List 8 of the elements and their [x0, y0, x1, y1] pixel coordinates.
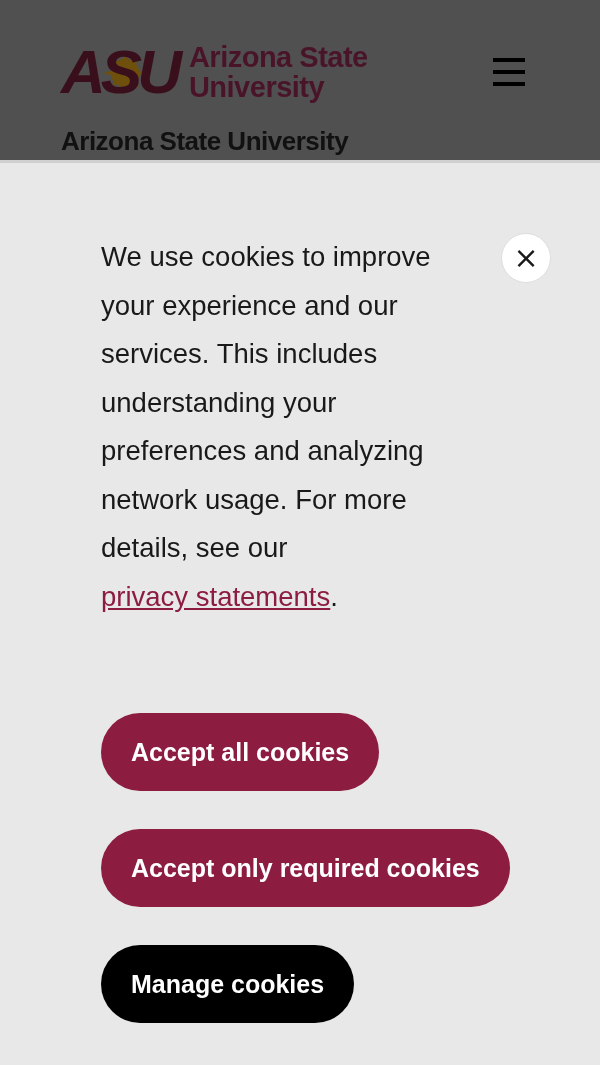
manage-button[interactable]: Manage cookies [101, 945, 355, 1023]
accept-button[interactable]: Accept only required cookies [101, 829, 510, 907]
accept-button[interactable]: Accept all cookies [101, 713, 380, 791]
cookie-message: We use cookies to improve your experience and our services. This includes understanding your preferences and analyzing network usage. For more details, see our privacy statements. [101, 240, 432, 614]
close-button[interactable]: × [501, 233, 551, 283]
page-title: Arizona State University [61, 126, 350, 156]
privacy-link[interactable]: privacy statements [101, 580, 331, 612]
menu-icon[interactable] [493, 58, 525, 86]
